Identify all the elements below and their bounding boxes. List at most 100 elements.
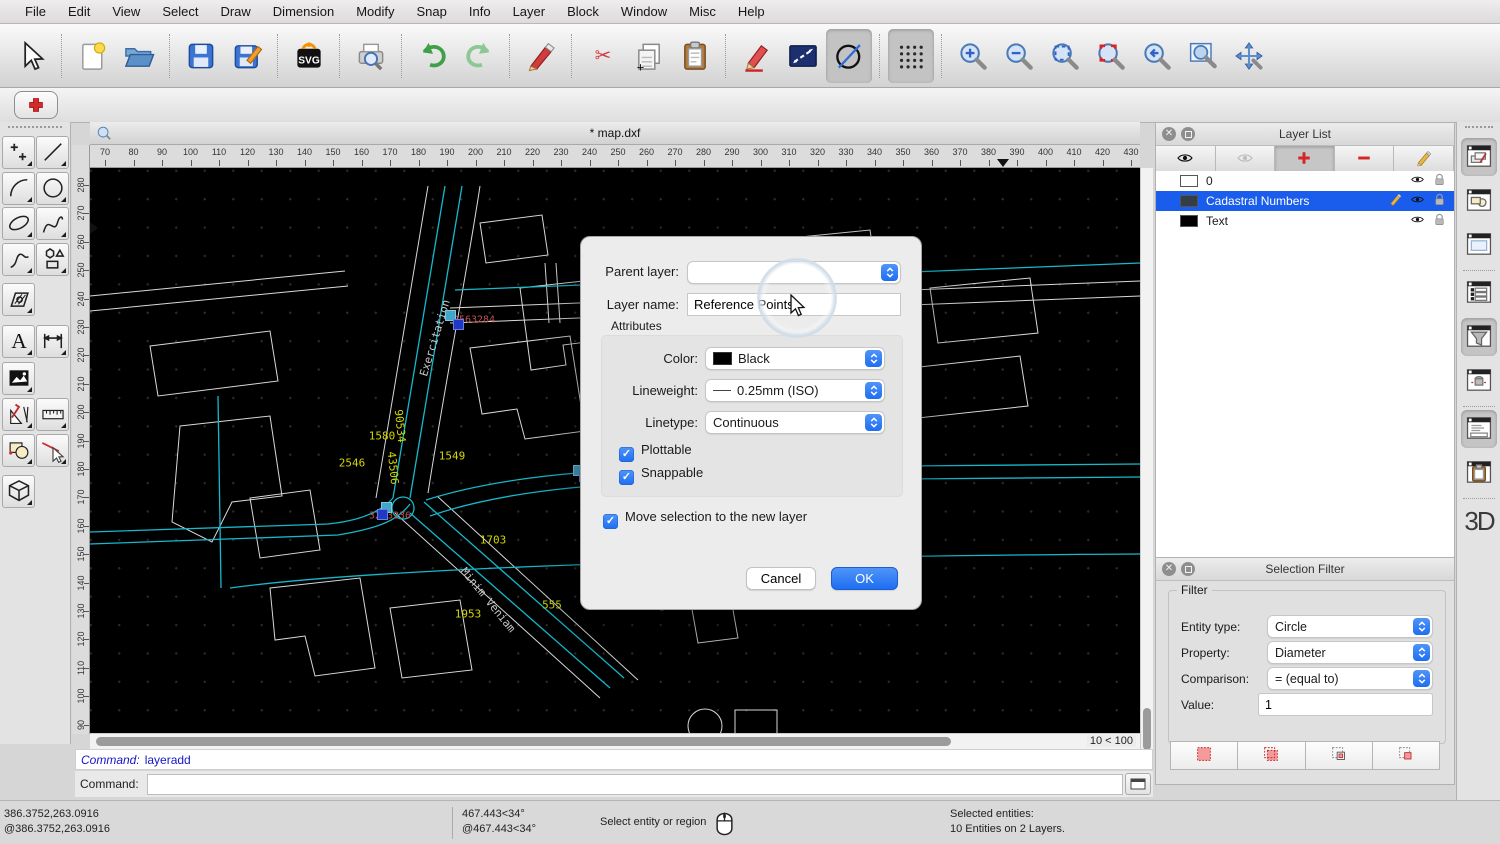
- pan-button[interactable]: [1226, 29, 1272, 83]
- select-matching-button[interactable]: [1170, 741, 1237, 770]
- ellipse-tool-button[interactable]: [2, 207, 35, 240]
- dock-library-browser-button[interactable]: [1461, 226, 1497, 264]
- cad-toolbar-button[interactable]: [14, 91, 58, 119]
- map-reference-marker[interactable]: [453, 319, 464, 330]
- redo-button[interactable]: [456, 29, 502, 83]
- snappable-checkbox[interactable]: ✓Snappable: [619, 465, 703, 485]
- close-panel-button[interactable]: ✕: [1162, 562, 1176, 576]
- hide-all-layers-button[interactable]: [1216, 146, 1276, 172]
- menu-select[interactable]: Select: [151, 4, 209, 19]
- line-tool-button[interactable]: [36, 136, 69, 169]
- property-select[interactable]: Diameter: [1267, 641, 1433, 664]
- float-panel-button[interactable]: [1181, 127, 1195, 141]
- layer-color-swatch[interactable]: [1180, 215, 1198, 227]
- layer-row[interactable]: 0: [1156, 171, 1454, 191]
- linetype-button[interactable]: [780, 29, 826, 83]
- add-matching-to-selection-button[interactable]: [1237, 741, 1304, 770]
- copy-button[interactable]: +: [626, 29, 672, 83]
- shape-tool-button[interactable]: [36, 243, 69, 276]
- layer-color-swatch[interactable]: [1180, 175, 1198, 187]
- vertical-scrollbar[interactable]: [1140, 168, 1153, 768]
- menu-window[interactable]: Window: [610, 4, 678, 19]
- modify-tool-button[interactable]: [2, 434, 35, 467]
- move-selection-checkbox[interactable]: ✓Move selection to the new layer: [603, 509, 807, 529]
- map-reference-marker[interactable]: [377, 509, 388, 520]
- palette-drag-handle[interactable]: [8, 126, 62, 132]
- layer-visible-icon[interactable]: [1410, 192, 1432, 210]
- dock-command-line-button[interactable]: [1461, 410, 1497, 448]
- entity-type-select[interactable]: Circle: [1267, 615, 1433, 638]
- points-tool-button[interactable]: [2, 136, 35, 169]
- menu-help[interactable]: Help: [727, 4, 776, 19]
- remove-layer-button[interactable]: [1335, 146, 1395, 172]
- layer-lock-icon[interactable]: [1432, 212, 1454, 230]
- hatch-tool-button[interactable]: [2, 283, 35, 316]
- zoom-auto-button[interactable]: [1042, 29, 1088, 83]
- svg-export-button[interactable]: SVG: [286, 29, 332, 83]
- trim-tool-button[interactable]: [36, 434, 69, 467]
- menu-view[interactable]: View: [101, 4, 151, 19]
- pointer-button[interactable]: [8, 29, 54, 83]
- image-tool-button[interactable]: [2, 362, 35, 395]
- add-layer-button[interactable]: [1275, 146, 1335, 172]
- solid-3d-tool-button[interactable]: [2, 475, 35, 508]
- dock-clipboard-panel-button[interactable]: [1461, 454, 1497, 492]
- layer-lock-icon[interactable]: [1432, 192, 1454, 210]
- vertical-scroll-thumb[interactable]: [1143, 708, 1151, 750]
- command-history-toggle-button[interactable]: [1125, 773, 1151, 795]
- menu-info[interactable]: Info: [458, 4, 502, 19]
- grid-toggle-button[interactable]: [888, 29, 934, 83]
- horizontal-scroll-thumb[interactable]: [96, 737, 951, 746]
- new-file-button[interactable]: [70, 29, 116, 83]
- delete-button[interactable]: [518, 29, 564, 83]
- layer-visible-icon[interactable]: [1410, 172, 1432, 190]
- close-panel-button[interactable]: ✕: [1162, 127, 1176, 141]
- cancel-button[interactable]: Cancel: [746, 567, 816, 590]
- horizontal-scrollbar[interactable]: 10 < 100: [90, 733, 1140, 749]
- intersect-selection-button[interactable]: [1372, 741, 1440, 770]
- zoom-in-button[interactable]: [950, 29, 996, 83]
- filter-value-input[interactable]: [1258, 693, 1433, 716]
- dock-drag-handle[interactable]: [1465, 126, 1493, 128]
- dock-layer-list-button[interactable]: [1461, 138, 1497, 176]
- dock-selection-filter-button[interactable]: [1461, 318, 1497, 356]
- layer-lock-icon[interactable]: [1432, 172, 1454, 190]
- zoom-selection-button[interactable]: [1088, 29, 1134, 83]
- layer-row[interactable]: Text: [1156, 211, 1454, 231]
- spline-tool-button[interactable]: [36, 207, 69, 240]
- undo-button[interactable]: [410, 29, 456, 83]
- menu-modify[interactable]: Modify: [345, 4, 405, 19]
- zoom-out-button[interactable]: [996, 29, 1042, 83]
- menu-layer[interactable]: Layer: [502, 4, 557, 19]
- print-preview-button[interactable]: [348, 29, 394, 83]
- dock-block-list-button[interactable]: [1461, 182, 1497, 220]
- document-tab-title[interactable]: * map.dxf: [90, 126, 1140, 140]
- text-tool-button[interactable]: A: [2, 325, 35, 358]
- measure-tool-button[interactable]: [36, 398, 69, 431]
- menu-block[interactable]: Block: [556, 4, 610, 19]
- circle-tool-button[interactable]: [36, 172, 69, 205]
- comparison-select[interactable]: = (equal to): [1267, 667, 1433, 690]
- divide-button[interactable]: [826, 29, 872, 83]
- paste-button[interactable]: [672, 29, 718, 83]
- zoom-window-button[interactable]: [1180, 29, 1226, 83]
- ok-button[interactable]: OK: [831, 567, 898, 590]
- menu-dimension[interactable]: Dimension: [262, 4, 345, 19]
- layer-row[interactable]: Cadastral Numbers: [1156, 191, 1454, 211]
- layer-color-swatch[interactable]: [1180, 195, 1198, 207]
- save-button[interactable]: [178, 29, 224, 83]
- cut-button[interactable]: ✂: [580, 29, 626, 83]
- zoom-previous-button[interactable]: [1134, 29, 1180, 83]
- dimension-tool-button[interactable]: [36, 325, 69, 358]
- cad-draw-tool-button[interactable]: [2, 398, 35, 431]
- lineweight-select[interactable]: 0.25mm (ISO): [705, 379, 885, 402]
- 3d-dock-label[interactable]: 3D: [1457, 506, 1500, 537]
- draw-pen-button[interactable]: [734, 29, 780, 83]
- layer-visible-icon[interactable]: [1410, 212, 1432, 230]
- show-all-layers-button[interactable]: [1156, 146, 1216, 172]
- edit-layer-button[interactable]: [1394, 146, 1454, 172]
- linetype-select[interactable]: Continuous: [705, 411, 885, 434]
- command-input[interactable]: [147, 774, 1123, 795]
- menu-draw[interactable]: Draw: [209, 4, 261, 19]
- plottable-checkbox[interactable]: ✓Plottable: [619, 442, 692, 462]
